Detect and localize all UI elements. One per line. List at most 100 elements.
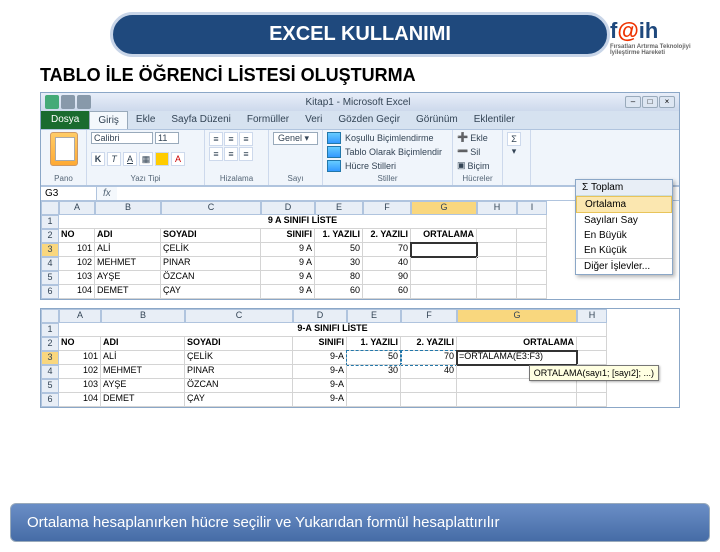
cell[interactable]: ÇAY <box>161 285 261 299</box>
autosum-en-kucuk[interactable]: En Küçük <box>576 243 672 258</box>
cell[interactable]: 9-A <box>293 379 347 393</box>
cell[interactable]: SOYADI <box>185 337 293 351</box>
cell[interactable]: 2. YAZILI <box>401 337 457 351</box>
select-all-corner[interactable] <box>41 309 59 323</box>
cell[interactable] <box>411 271 477 285</box>
cond-format-icon[interactable] <box>327 132 341 144</box>
align-top[interactable]: ≡ <box>209 132 223 146</box>
cell[interactable]: ADI <box>101 337 185 351</box>
cell[interactable]: 40 <box>401 365 457 379</box>
cell[interactable]: SINIFI <box>293 337 347 351</box>
col-header[interactable]: G <box>411 201 477 215</box>
autosum-en-buyuk[interactable]: En Büyük <box>576 228 672 243</box>
italic-button[interactable]: T <box>107 152 121 166</box>
undo-icon[interactable] <box>61 95 75 109</box>
cell[interactable]: ORTALAMA <box>411 229 477 243</box>
cell[interactable] <box>401 393 457 407</box>
cell[interactable]: ÇELİK <box>161 243 261 257</box>
row-header[interactable]: 5 <box>41 271 59 285</box>
cell[interactable]: 104 <box>59 285 95 299</box>
cell[interactable]: ALİ <box>95 243 161 257</box>
paste-button[interactable] <box>50 132 78 166</box>
cell-range-start[interactable]: 50 <box>347 351 401 365</box>
align-left[interactable]: ≡ <box>209 147 223 161</box>
cell[interactable]: DEMET <box>101 393 185 407</box>
close-button[interactable]: × <box>659 96 675 108</box>
underline-button[interactable]: A <box>123 152 137 166</box>
cell[interactable]: 102 <box>59 365 101 379</box>
align-right[interactable]: ≡ <box>239 147 253 161</box>
col-header[interactable]: H <box>577 309 607 323</box>
cell[interactable]: MEHMET <box>95 257 161 271</box>
row-header[interactable]: 1 <box>41 215 59 229</box>
cell[interactable] <box>477 285 517 299</box>
cell[interactable]: 2. YAZILI <box>363 229 411 243</box>
col-header[interactable]: E <box>347 309 401 323</box>
autosum-button[interactable]: Σ ▾ <box>507 132 521 146</box>
font-name-select[interactable]: Calibri <box>91 132 153 144</box>
row-header[interactable]: 6 <box>41 393 59 407</box>
cell[interactable]: 1. YAZILI <box>347 337 401 351</box>
col-header[interactable]: C <box>161 201 261 215</box>
cell[interactable]: ÖZCAN <box>185 379 293 393</box>
cell[interactable] <box>457 393 577 407</box>
col-header[interactable]: A <box>59 201 95 215</box>
cell[interactable]: 103 <box>59 271 95 285</box>
autosum-ortalama[interactable]: Ortalama <box>576 196 672 213</box>
col-header[interactable]: F <box>363 201 411 215</box>
cell-formula-editing[interactable]: =ORTALAMA(E3:F3) <box>457 351 577 365</box>
cell[interactable]: ÇAY <box>185 393 293 407</box>
row-header[interactable]: 6 <box>41 285 59 299</box>
cell[interactable] <box>477 229 517 243</box>
quick-access-toolbar[interactable] <box>45 95 91 109</box>
fx-icon[interactable]: fx <box>97 187 117 200</box>
cell[interactable] <box>517 285 547 299</box>
cell[interactable]: AYŞE <box>101 379 185 393</box>
tab-sayfa-duzeni[interactable]: Sayfa Düzeni <box>163 111 238 129</box>
row-header[interactable]: 3 <box>41 351 59 365</box>
col-header[interactable]: B <box>95 201 161 215</box>
cell[interactable] <box>577 379 607 393</box>
tab-gozden-gecir[interactable]: Gözden Geçir <box>330 111 408 129</box>
cell[interactable]: ALİ <box>101 351 185 365</box>
cell[interactable] <box>347 393 401 407</box>
cell[interactable]: ADI <box>95 229 161 243</box>
tab-eklentiler[interactable]: Eklentiler <box>466 111 523 129</box>
autosum-diger[interactable]: Diğer İşlevler... <box>576 258 672 274</box>
cell[interactable]: ÇELİK <box>185 351 293 365</box>
font-size-select[interactable]: 11 <box>155 132 179 144</box>
row-header[interactable]: 1 <box>41 323 59 337</box>
cell[interactable]: SINIFI <box>261 229 315 243</box>
cell[interactable]: 9 A <box>261 257 315 271</box>
number-format[interactable]: Genel ▾ <box>273 132 318 145</box>
cell[interactable]: 30 <box>315 257 363 271</box>
border-button[interactable]: ▦ <box>139 152 153 166</box>
cell[interactable] <box>577 337 607 351</box>
font-color-button[interactable]: A <box>171 152 185 166</box>
tab-formuller[interactable]: Formüller <box>239 111 297 129</box>
cell[interactable]: 103 <box>59 379 101 393</box>
cell[interactable]: 40 <box>363 257 411 271</box>
cell[interactable] <box>517 271 547 285</box>
file-tab[interactable]: Dosya <box>41 111 89 129</box>
name-box[interactable]: G3 <box>41 187 97 200</box>
delete-cell-button[interactable]: ➖Sil <box>457 146 498 157</box>
tab-veri[interactable]: Veri <box>297 111 330 129</box>
col-header[interactable]: F <box>401 309 457 323</box>
col-header[interactable]: I <box>517 201 547 215</box>
row-header[interactable]: 4 <box>41 257 59 271</box>
cell-title[interactable]: 9 A SINIFI LİSTE <box>59 215 547 229</box>
cell[interactable]: 9-A <box>293 351 347 365</box>
cell[interactable]: 9 A <box>261 271 315 285</box>
cell[interactable]: 1. YAZILI <box>315 229 363 243</box>
row-header[interactable]: 5 <box>41 379 59 393</box>
cell[interactable]: 9-A <box>293 393 347 407</box>
cell[interactable]: PINAR <box>185 365 293 379</box>
col-header[interactable]: D <box>261 201 315 215</box>
col-header[interactable]: B <box>101 309 185 323</box>
minimize-button[interactable]: – <box>625 96 641 108</box>
align-center[interactable]: ≡ <box>224 147 238 161</box>
col-header[interactable]: G <box>457 309 577 323</box>
cell[interactable]: 70 <box>363 243 411 257</box>
cell[interactable] <box>577 351 607 365</box>
